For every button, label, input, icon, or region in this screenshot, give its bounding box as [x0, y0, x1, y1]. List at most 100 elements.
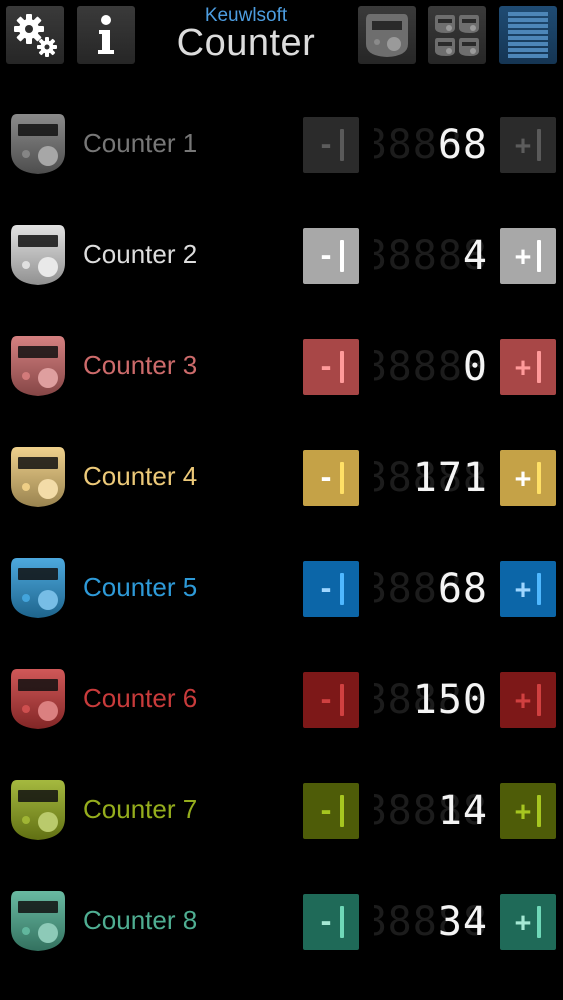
- plus-icon: +: [514, 906, 533, 938]
- counter-value: 14: [437, 788, 488, 834]
- increment-button[interactable]: +: [500, 783, 556, 839]
- app-title: Counter: [176, 22, 316, 64]
- counter-name[interactable]: Counter 6: [83, 683, 197, 713]
- counter-name[interactable]: Counter 1: [83, 128, 197, 158]
- minus-icon: -: [317, 906, 336, 938]
- plus-icon: +: [514, 795, 533, 827]
- tally-counter-icon[interactable]: [9, 556, 67, 620]
- multi-counter-icon: [435, 15, 479, 56]
- plus-icon: +: [514, 684, 533, 716]
- minus-icon: -: [317, 240, 336, 272]
- counter-display: 88888 68: [374, 566, 492, 612]
- bar-icon: [537, 906, 542, 938]
- counter-value: 171: [412, 455, 488, 501]
- plus-icon: +: [514, 129, 533, 161]
- counter-value: 34: [437, 899, 488, 945]
- counter-value: 68: [437, 566, 488, 612]
- plus-icon: +: [514, 462, 533, 494]
- counter-display: 88888 150: [374, 677, 492, 723]
- tally-counter-icon[interactable]: [9, 778, 67, 842]
- counter-value: 150: [412, 677, 488, 723]
- bar-icon: [537, 573, 542, 605]
- bar-icon: [537, 129, 542, 161]
- decrement-button[interactable]: -: [303, 450, 359, 506]
- decrement-button[interactable]: -: [303, 228, 359, 284]
- decrement-button[interactable]: -: [303, 561, 359, 617]
- counter-row: Counter 8 - 88888 34 +: [0, 869, 563, 980]
- increment-button[interactable]: +: [500, 561, 556, 617]
- counter-value: 0: [462, 344, 488, 390]
- single-counter-view-button[interactable]: [358, 6, 416, 64]
- counter-display: 88888 0: [374, 344, 492, 390]
- bar-icon: [340, 240, 345, 272]
- counter-row: Counter 2 - 88888 4 +: [0, 203, 563, 314]
- counter-row: Counter 7 - 88888 14 +: [0, 758, 563, 869]
- decrement-button[interactable]: -: [303, 339, 359, 395]
- counter-row: Counter 6 - 88888 150 +: [0, 647, 563, 758]
- decrement-button[interactable]: -: [303, 894, 359, 950]
- bar-icon: [537, 462, 542, 494]
- decrement-button[interactable]: -: [303, 117, 359, 173]
- counter-value: 4: [462, 233, 488, 279]
- bar-icon: [340, 573, 345, 605]
- increment-button[interactable]: +: [500, 339, 556, 395]
- tally-counter-icon[interactable]: [9, 445, 67, 509]
- counter-name[interactable]: Counter 5: [83, 572, 197, 602]
- counter-display: 88888 34: [374, 899, 492, 945]
- counter-name[interactable]: Counter 7: [83, 794, 197, 824]
- counter-display: 88888 4: [374, 233, 492, 279]
- minus-icon: -: [317, 351, 336, 383]
- info-button[interactable]: [77, 6, 135, 64]
- bar-icon: [340, 351, 345, 383]
- counter-name[interactable]: Counter 3: [83, 350, 197, 380]
- list-icon: [508, 12, 548, 58]
- multi-counter-view-button[interactable]: [428, 6, 486, 64]
- plus-icon: +: [514, 240, 533, 272]
- plus-icon: +: [514, 573, 533, 605]
- counter-display: 88888 171: [374, 455, 492, 501]
- tally-counter-icon[interactable]: [9, 667, 67, 731]
- counter-list: Counter 1 - 88888 68 + Counter 2 - 88888…: [0, 92, 563, 980]
- minus-icon: -: [317, 795, 336, 827]
- tally-counter-icon[interactable]: [9, 223, 67, 287]
- increment-button[interactable]: +: [500, 117, 556, 173]
- bar-icon: [537, 684, 542, 716]
- increment-button[interactable]: +: [500, 672, 556, 728]
- counter-row: Counter 5 - 88888 68 +: [0, 536, 563, 647]
- bar-icon: [340, 684, 345, 716]
- minus-icon: -: [317, 573, 336, 605]
- bar-icon: [340, 795, 345, 827]
- counter-row: Counter 4 - 88888 171 +: [0, 425, 563, 536]
- bar-icon: [340, 462, 345, 494]
- bar-icon: [537, 351, 542, 383]
- counter-name[interactable]: Counter 4: [83, 461, 197, 491]
- counter-display: 88888 68: [374, 122, 492, 168]
- gears-icon: [14, 14, 57, 57]
- minus-icon: -: [317, 129, 336, 161]
- bar-icon: [340, 906, 345, 938]
- info-icon: [98, 15, 114, 54]
- bar-icon: [537, 240, 542, 272]
- decrement-button[interactable]: -: [303, 783, 359, 839]
- tally-counter-icon[interactable]: [9, 112, 67, 176]
- counter-name[interactable]: Counter 8: [83, 905, 197, 935]
- increment-button[interactable]: +: [500, 228, 556, 284]
- counter-name[interactable]: Counter 2: [83, 239, 197, 269]
- bar-icon: [340, 129, 345, 161]
- minus-icon: -: [317, 684, 336, 716]
- plus-icon: +: [514, 351, 533, 383]
- list-view-button[interactable]: [499, 6, 557, 64]
- decrement-button[interactable]: -: [303, 672, 359, 728]
- bar-icon: [537, 795, 542, 827]
- increment-button[interactable]: +: [500, 450, 556, 506]
- counter-value: 68: [437, 122, 488, 168]
- settings-button[interactable]: [6, 6, 64, 64]
- single-counter-icon: [366, 14, 408, 57]
- tally-counter-icon[interactable]: [9, 889, 67, 953]
- counter-row: Counter 3 - 88888 0 +: [0, 314, 563, 425]
- minus-icon: -: [317, 462, 336, 494]
- tally-counter-icon[interactable]: [9, 334, 67, 398]
- increment-button[interactable]: +: [500, 894, 556, 950]
- counter-row: Counter 1 - 88888 68 +: [0, 92, 563, 203]
- counter-display: 88888 14: [374, 788, 492, 834]
